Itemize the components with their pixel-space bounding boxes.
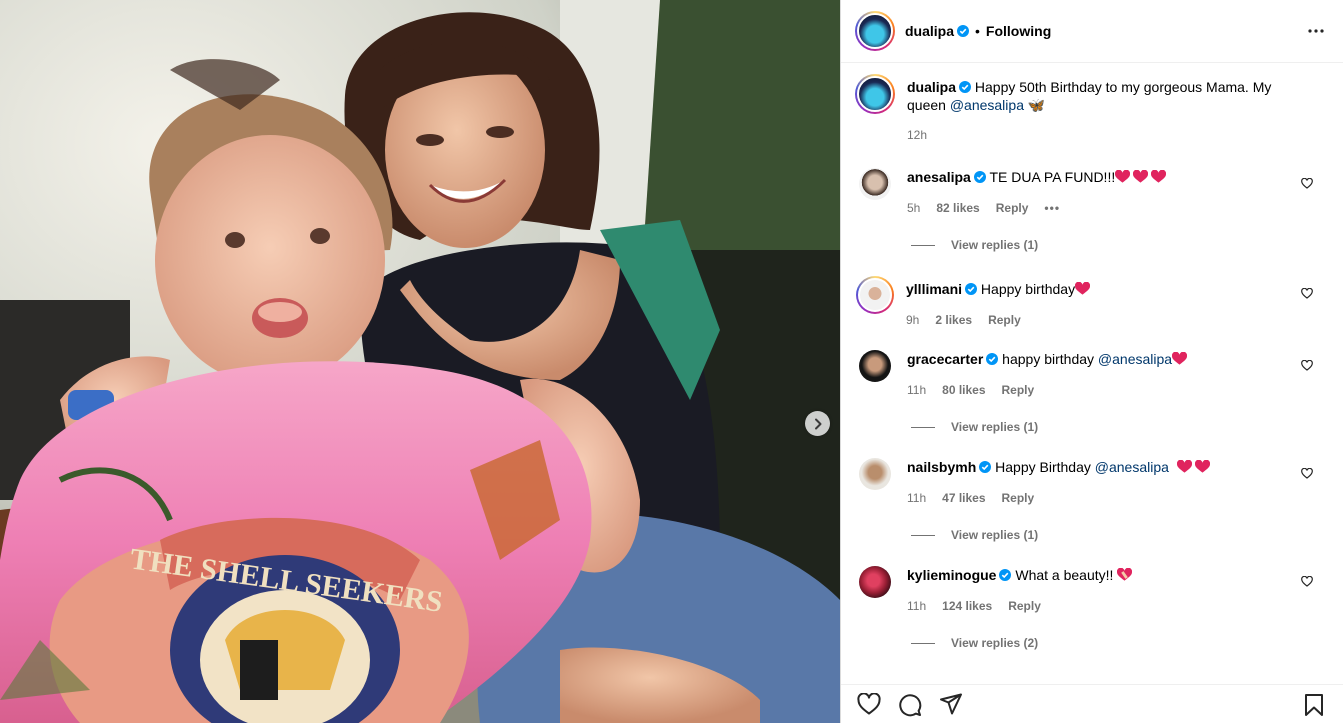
paper-plane-icon[interactable] [939, 693, 963, 715]
comment-bubble-icon[interactable] [898, 693, 922, 717]
comment-like-heart-icon[interactable] [1301, 288, 1313, 299]
comment-time[interactable]: 11h [907, 383, 926, 397]
view-replies-button[interactable]: View replies (2) [911, 636, 1038, 650]
red-heart-emoji [1133, 170, 1149, 183]
comment-likes[interactable]: 82 likes [936, 201, 979, 215]
more-options-icon[interactable] [1307, 22, 1325, 40]
heart-with-bandage-emoji [1117, 568, 1133, 581]
comment-username[interactable]: ylllimani [906, 281, 962, 297]
verified-badge-icon [999, 569, 1012, 581]
commenter-avatar[interactable] [859, 458, 891, 490]
author-info: dualipa • Following [905, 23, 1051, 39]
comment-time[interactable]: 11h [907, 599, 926, 613]
comment-username[interactable]: anesalipa [907, 169, 971, 185]
post-photo: THE SHELL SEEKERS [0, 0, 840, 723]
verified-badge-icon [979, 461, 992, 473]
red-heart-emoji [1176, 460, 1192, 473]
reply-button[interactable]: Reply [1002, 383, 1035, 397]
comment-item: kylieminogue What a beauty!! 11h 124 lik… [859, 566, 1329, 613]
comment-text: What a beauty!! [1015, 567, 1118, 583]
caption-time[interactable]: 12h [907, 126, 1287, 144]
replies-divider [911, 642, 935, 644]
view-replies-label[interactable]: View replies (2) [951, 636, 1038, 650]
chevron-right-icon [814, 418, 821, 429]
comment-time[interactable]: 11h [907, 491, 926, 505]
comment-likes[interactable]: 47 likes [942, 491, 985, 505]
view-replies-button[interactable]: View replies (1) [911, 420, 1038, 434]
replies-divider [911, 534, 935, 536]
comment-like-heart-icon[interactable] [1301, 468, 1313, 479]
caption-author-avatar[interactable] [855, 74, 895, 114]
post-media[interactable]: THE SHELL SEEKERS [0, 0, 840, 723]
comment-text: TE DUA PA FUND!!! [989, 169, 1116, 185]
verified-badge-icon [973, 171, 986, 183]
view-replies-button[interactable]: View replies (1) [911, 528, 1038, 542]
caption-mention[interactable]: @anesalipa [950, 97, 1024, 113]
post-actions-bar [841, 684, 1343, 723]
post-caption: dualipa Happy 50th Birthday to my gorgeo… [855, 74, 1325, 144]
red-heart-emoji [1194, 460, 1210, 473]
red-heart-emoji [1115, 170, 1131, 183]
comment-like-heart-icon[interactable] [1301, 178, 1313, 189]
post-details-panel: dualipa • Following dualipa Happy 50th B… [840, 0, 1343, 723]
comment-text: Happy Birthday [995, 459, 1095, 475]
bookmark-icon[interactable] [1304, 693, 1324, 717]
view-replies-label[interactable]: View replies (1) [951, 528, 1038, 542]
comment-username[interactable]: nailsbymh [907, 459, 976, 475]
commenter-avatar[interactable] [856, 276, 894, 314]
comment-like-heart-icon[interactable] [1301, 576, 1313, 587]
reply-button[interactable]: Reply [1002, 491, 1035, 505]
verified-badge-icon [965, 283, 978, 295]
comment-like-heart-icon[interactable] [1301, 360, 1313, 371]
comment-mention[interactable]: @anesalipa [1098, 351, 1172, 367]
author-username[interactable]: dualipa [905, 23, 954, 39]
author-avatar[interactable] [855, 11, 895, 51]
next-photo-button[interactable] [805, 411, 830, 436]
verified-badge-icon [986, 353, 999, 365]
comment-time[interactable]: 9h [906, 313, 919, 327]
commenter-avatar[interactable] [859, 566, 891, 598]
post-header: dualipa • Following [841, 0, 1343, 63]
comment-options-button[interactable]: ••• [1044, 201, 1060, 215]
separator-dot: • [975, 23, 980, 39]
replies-divider [911, 244, 935, 246]
comment-time[interactable]: 5h [907, 201, 920, 215]
reply-button[interactable]: Reply [988, 313, 1021, 327]
comments-section[interactable]: dualipa Happy 50th Birthday to my gorgeo… [841, 64, 1343, 684]
red-heart-emoji [1172, 352, 1188, 365]
heart-outline-icon[interactable] [857, 693, 881, 715]
commenter-avatar[interactable] [859, 168, 891, 200]
verified-badge-icon [957, 25, 970, 37]
reply-button[interactable]: Reply [1008, 599, 1041, 613]
caption-author[interactable]: dualipa [907, 79, 956, 95]
comment-item: gracecarter happy birthday @anesalipa 11… [859, 350, 1329, 397]
comment-username[interactable]: gracecarter [907, 351, 983, 367]
verified-badge-icon [959, 81, 972, 93]
comment-mention[interactable]: @anesalipa [1095, 459, 1169, 475]
following-button[interactable]: Following [986, 23, 1051, 39]
reply-button[interactable]: Reply [996, 201, 1029, 215]
red-heart-emoji [1151, 170, 1167, 183]
view-replies-label[interactable]: View replies (1) [951, 420, 1038, 434]
comment-likes[interactable]: 124 likes [942, 599, 992, 613]
commenter-avatar[interactable] [859, 350, 891, 382]
comment-item: nailsbymh Happy Birthday @anesalipa 11h … [859, 458, 1329, 505]
comment-item: anesalipa TE DUA PA FUND!!! 5h 82 likes … [859, 168, 1329, 215]
comment-text: Happy birthday [980, 281, 1076, 297]
red-heart-emoji [1075, 282, 1091, 295]
comment-text: happy birthday [1002, 351, 1098, 367]
comment-likes[interactable]: 2 likes [935, 313, 972, 327]
butterfly-emoji: 🦋 [1027, 97, 1046, 113]
comment-likes[interactable]: 80 likes [942, 383, 985, 397]
replies-divider [911, 426, 935, 428]
view-replies-button[interactable]: View replies (1) [911, 238, 1038, 252]
view-replies-label[interactable]: View replies (1) [951, 238, 1038, 252]
comment-item: ylllimani Happy birthday 9h 2 likes Repl… [856, 276, 1329, 327]
comment-username[interactable]: kylieminogue [907, 567, 996, 583]
